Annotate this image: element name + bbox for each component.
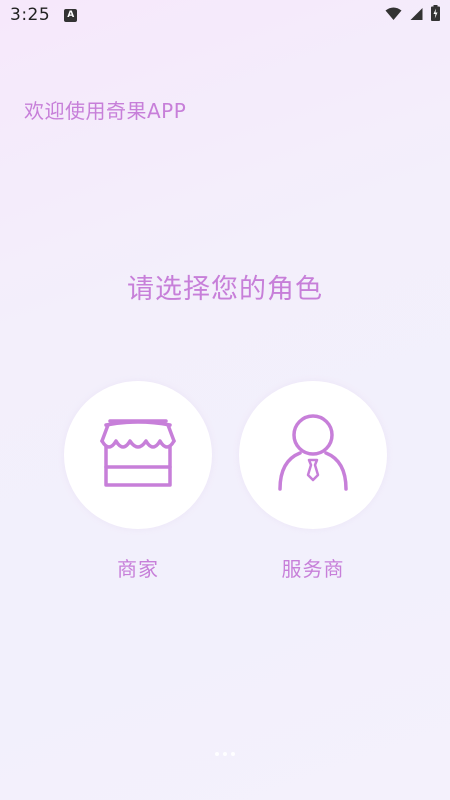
role-provider-circle[interactable] [239, 381, 387, 529]
role-provider-button[interactable]: 服务商 [238, 381, 388, 582]
role-merchant-circle[interactable] [64, 381, 212, 529]
cell-signal-icon [410, 6, 423, 25]
welcome-text: 欢迎使用奇果APP [24, 99, 187, 123]
page-dot [231, 752, 235, 756]
role-provider-label: 服务商 [281, 557, 345, 581]
page-dot [223, 752, 227, 756]
page-indicator [0, 752, 450, 756]
status-time: 3:25 [10, 5, 51, 25]
page-dot [215, 752, 219, 756]
storefront-icon [98, 417, 178, 493]
person-with-tie-icon [276, 413, 350, 497]
wifi-icon [385, 6, 402, 25]
battery-charging-icon [431, 5, 440, 25]
role-merchant-button[interactable]: 商家 [63, 381, 213, 582]
notification-badge-icon: A [64, 8, 78, 22]
status-bar: 3:25 A [0, 0, 450, 30]
role-merchant-label: 商家 [117, 557, 159, 581]
role-prompt-heading: 请选择您的角色 [127, 274, 323, 305]
